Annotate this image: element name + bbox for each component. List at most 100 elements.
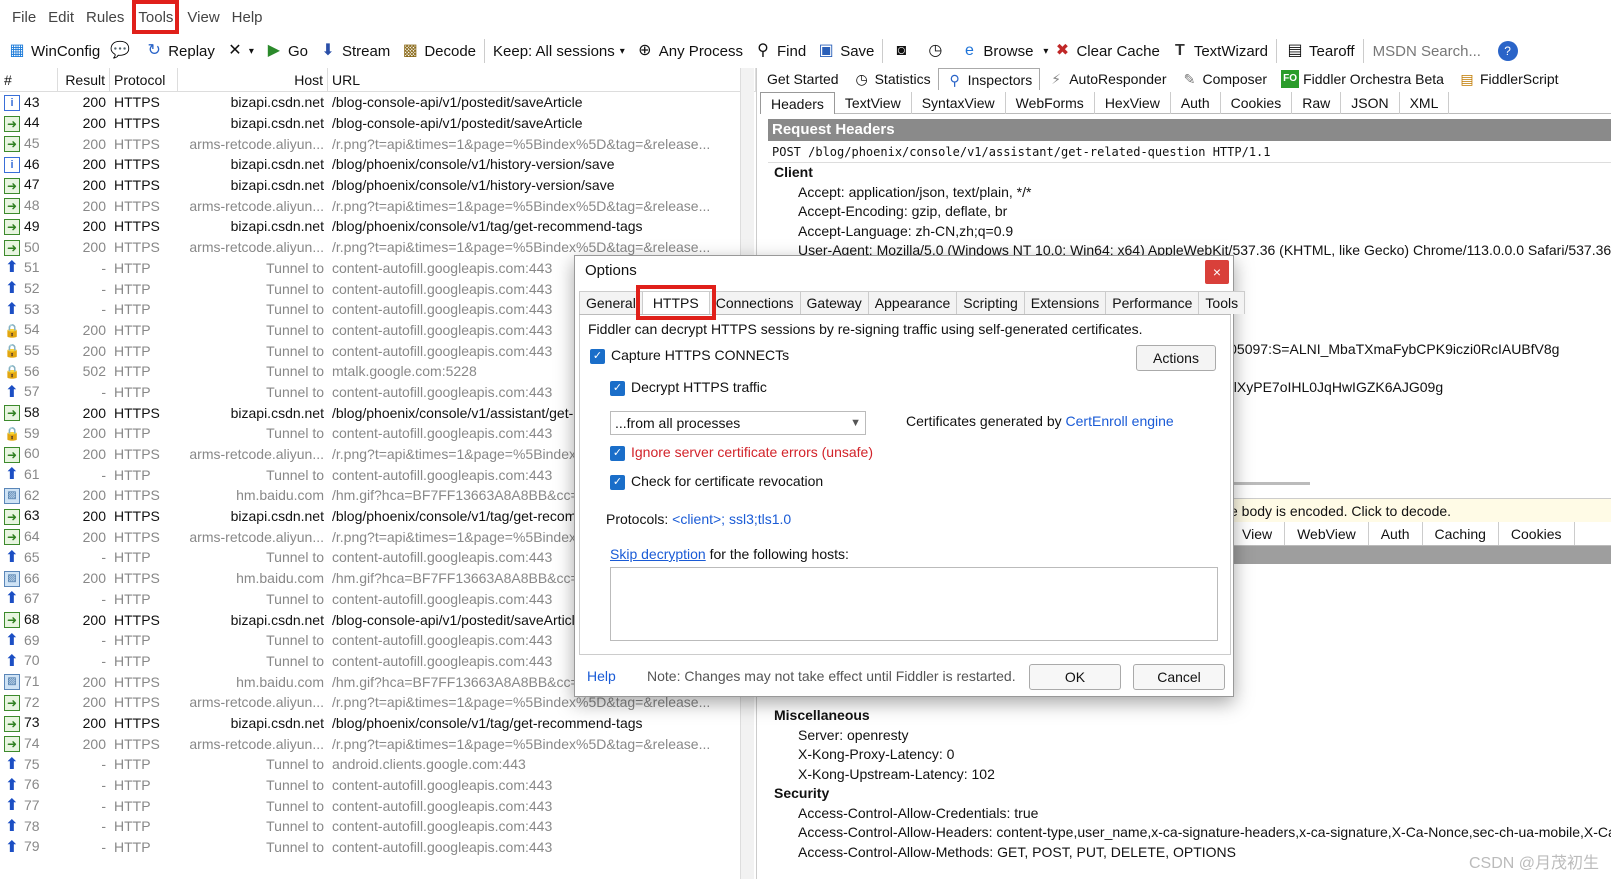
table-row[interactable]: ➜ 49 200 HTTPS bizapi.csdn.net/blog/phoenix/… bbox=[0, 216, 756, 237]
menu-rules[interactable]: Rules bbox=[80, 0, 130, 34]
msdn-search-input[interactable]: MSDN Search... bbox=[1367, 43, 1493, 60]
tab-webforms[interactable]: WebForms bbox=[1006, 91, 1095, 114]
screenshot-button[interactable]: ◙ bbox=[886, 36, 920, 66]
tab-connections[interactable]: Connections bbox=[708, 291, 801, 314]
close-button[interactable]: × bbox=[1205, 260, 1229, 284]
header-item[interactable]: Accept-Language: zh-CN,zh;q=0.9 bbox=[798, 222, 1611, 242]
header-item[interactable]: Accept-Encoding: gzip, deflate, br bbox=[798, 202, 1611, 222]
table-row[interactable]: ⬆ 75 - HTTP Tunnel to android.clients.google.… bbox=[0, 754, 756, 775]
header-item[interactable]: Access-Control-Allow-Headers: content-ty… bbox=[798, 823, 1611, 843]
tab-cookies[interactable]: Cookies bbox=[1221, 91, 1293, 114]
tab-headers[interactable]: Headers bbox=[760, 91, 835, 114]
table-row[interactable]: i 46 200 HTTPS bizapi.csdn.net/blog/phoenix/… bbox=[0, 154, 756, 175]
tab-general[interactable]: General bbox=[579, 291, 643, 314]
tab-gateway[interactable]: Gateway bbox=[799, 291, 869, 314]
textwizard-button[interactable]: T TextWizard bbox=[1165, 36, 1273, 66]
tab-hexview[interactable]: HexView bbox=[1095, 91, 1171, 114]
table-row[interactable]: ⬆ 79 - HTTP Tunnel to content-autofill.google… bbox=[0, 837, 756, 858]
splitter[interactable] bbox=[1230, 482, 1310, 485]
tab-json[interactable]: JSON bbox=[1341, 91, 1400, 114]
tab-fiddlerscript[interactable]: ▤ FiddlerScript bbox=[1451, 68, 1566, 90]
tab-inspectors[interactable]: ⚲ Inspectors bbox=[937, 68, 1041, 90]
menu-help[interactable]: Help bbox=[226, 0, 269, 34]
header-item[interactable]: X-Kong-Upstream-Latency: 102 bbox=[798, 765, 1611, 785]
tab-scripting[interactable]: Scripting bbox=[956, 291, 1025, 314]
table-row[interactable]: ⬆ 78 - HTTP Tunnel to content-autofill.google… bbox=[0, 816, 756, 837]
tab-appearance[interactable]: Appearance bbox=[867, 291, 958, 314]
save-button[interactable]: ▣ Save bbox=[811, 36, 879, 66]
tab-auth[interactable]: Auth bbox=[1171, 91, 1221, 114]
table-row[interactable]: ➜ 74 200 HTTPS arms-retcode.aliyun... /r.png?… bbox=[0, 733, 756, 754]
tab-webview[interactable]: WebView bbox=[1285, 522, 1369, 545]
table-row[interactable]: ➜ 47 200 HTTPS bizapi.csdn.net/blog/phoenix/… bbox=[0, 175, 756, 196]
skip-decryption-link[interactable]: Skip decryption bbox=[610, 546, 706, 562]
find-button[interactable]: ⚲ Find bbox=[748, 36, 811, 66]
clear-cache-button[interactable]: ▾ ✖ Clear Cache bbox=[1038, 36, 1164, 66]
ignore-cert-errors-checkbox[interactable]: ✓ Ignore server certificate errors (unsaf… bbox=[610, 444, 873, 461]
tab-caching[interactable]: Caching bbox=[1423, 522, 1499, 545]
header-group-miscellaneous[interactable]: Miscellaneous bbox=[774, 706, 1611, 726]
any-process-button[interactable]: ⊕ Any Process bbox=[630, 36, 748, 66]
table-row[interactable]: i 43 200 HTTPS bizapi.csdn.net/blog-console-… bbox=[0, 92, 756, 113]
column-number[interactable]: # bbox=[0, 67, 58, 92]
help-button[interactable]: ? bbox=[1493, 36, 1527, 66]
skip-hosts-textarea[interactable] bbox=[610, 567, 1218, 641]
tab-auth[interactable]: Auth bbox=[1369, 522, 1423, 545]
capture-https-checkbox[interactable]: ✓ Capture HTTPS CONNECTs bbox=[590, 347, 789, 364]
tab-raw[interactable]: Raw bbox=[1292, 91, 1342, 114]
process-filter-select[interactable]: ...from all processes ▼ bbox=[610, 411, 866, 435]
header-item[interactable]: X-Kong-Proxy-Latency: 0 bbox=[798, 745, 1611, 765]
tab-cookies[interactable]: Cookies bbox=[1499, 522, 1575, 545]
stream-button[interactable]: ⬇ Stream bbox=[313, 36, 395, 66]
header-item[interactable]: Access-Control-Allow-Credentials: true bbox=[798, 804, 1611, 824]
check-revocation-checkbox[interactable]: ✓ Check for certificate revocation bbox=[610, 473, 823, 490]
column-host[interactable]: Host bbox=[178, 67, 328, 92]
column-protocol[interactable]: Protocol bbox=[110, 67, 178, 92]
tab-composer[interactable]: ✎ Composer bbox=[1174, 68, 1275, 90]
help-link[interactable]: Help bbox=[587, 668, 616, 684]
table-row[interactable]: ➜ 44 200 HTTPS bizapi.csdn.net/blog-console-… bbox=[0, 113, 756, 134]
tab-fiddler-orchestra[interactable]: FO Fiddler Orchestra Beta bbox=[1274, 68, 1451, 90]
tab-autoresponder[interactable]: ⚡ AutoResponder bbox=[1040, 68, 1173, 90]
replay-button[interactable]: ↻ Replay bbox=[139, 36, 220, 66]
table-row[interactable]: ➜ 45 200 HTTPS arms-retcode.aliyun... /r.png?… bbox=[0, 133, 756, 154]
tab-syntaxview[interactable]: SyntaxView bbox=[912, 91, 1006, 114]
go-button[interactable]: ▶ Go bbox=[259, 36, 313, 66]
table-row[interactable]: ⬆ 76 - HTTP Tunnel to content-autofill.google… bbox=[0, 775, 756, 796]
column-url[interactable]: URL bbox=[328, 67, 756, 92]
browse-button[interactable]: e Browse bbox=[954, 36, 1038, 66]
header-group-client[interactable]: Client bbox=[774, 163, 1611, 183]
menu-view[interactable]: View bbox=[181, 0, 225, 34]
tab-view[interactable]: View bbox=[1230, 522, 1286, 545]
table-row[interactable]: ➜ 73 200 HTTPS bizapi.csdn.net/blog/phoenix/… bbox=[0, 713, 756, 734]
certenroll-link[interactable]: CertEnroll engine bbox=[1066, 413, 1174, 429]
protocols-link[interactable]: <client>; ssl3;tls1.0 bbox=[672, 511, 791, 527]
tab-xml[interactable]: XML bbox=[1400, 91, 1450, 114]
tab-textview[interactable]: TextView bbox=[835, 91, 912, 114]
column-result[interactable]: Result bbox=[58, 67, 110, 92]
header-item[interactable]: Accept: application/json, text/plain, */… bbox=[798, 183, 1611, 203]
winconfig-button[interactable]: ▦ WinConfig bbox=[2, 36, 105, 66]
cancel-button[interactable]: Cancel bbox=[1133, 664, 1225, 690]
table-row[interactable]: ➜ 48 200 HTTPS arms-retcode.aliyun... /r.png?… bbox=[0, 195, 756, 216]
tab-tools[interactable]: Tools bbox=[1198, 291, 1246, 314]
menu-tools[interactable]: Tools bbox=[132, 0, 180, 34]
menu-file[interactable]: File bbox=[6, 0, 42, 34]
table-row[interactable]: ⬆ 77 - HTTP Tunnel to content-autofill.google… bbox=[0, 795, 756, 816]
keep-sessions-dropdown[interactable]: Keep: All sessions ▾ bbox=[488, 36, 630, 66]
tab-statistics[interactable]: ◷ Statistics bbox=[846, 68, 938, 90]
header-item[interactable]: Server: openresty bbox=[798, 726, 1611, 746]
actions-button[interactable]: Actions bbox=[1136, 345, 1216, 371]
tearoff-button[interactable]: ▤ Tearoff bbox=[1280, 36, 1360, 66]
tab-performance[interactable]: Performance bbox=[1105, 291, 1200, 314]
tab-get-started[interactable]: Get Started bbox=[760, 68, 846, 90]
tab-extensions[interactable]: Extensions bbox=[1023, 291, 1107, 314]
timer-button[interactable]: ◷ bbox=[920, 36, 954, 66]
ok-button[interactable]: OK bbox=[1029, 664, 1121, 690]
decrypt-https-checkbox[interactable]: ✓ Decrypt HTTPS traffic bbox=[610, 379, 767, 396]
comment-button[interactable]: 💬 bbox=[105, 36, 139, 66]
decode-button[interactable]: ▩ Decode bbox=[395, 36, 481, 66]
tab-https[interactable]: HTTPS bbox=[635, 285, 716, 320]
menu-edit[interactable]: Edit bbox=[42, 0, 80, 34]
header-group-security[interactable]: Security bbox=[774, 784, 1611, 804]
